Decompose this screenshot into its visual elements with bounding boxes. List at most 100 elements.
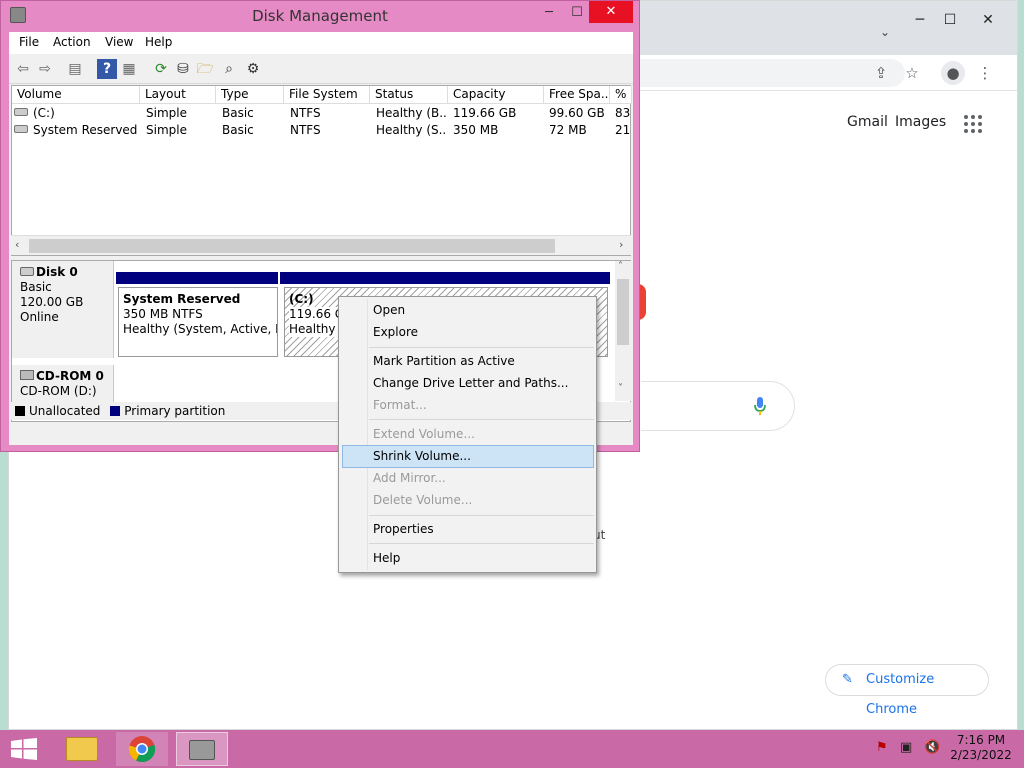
- disk0-state: Online: [20, 310, 59, 324]
- google-apps-icon[interactable]: [964, 115, 982, 133]
- tab-search-button[interactable]: ⌄: [875, 25, 895, 45]
- rescan-disks-icon[interactable]: ⛁: [173, 59, 193, 79]
- col-header-percent-free[interactable]: % F: [610, 86, 632, 104]
- menu-item-extend-volume[interactable]: Extend Volume...: [373, 424, 475, 444]
- col-header-layout[interactable]: Layout: [140, 86, 216, 104]
- search-icon[interactable]: ⌕: [219, 59, 239, 79]
- col-header-filesystem[interactable]: File System: [284, 86, 370, 104]
- cell-layout: Simple: [146, 106, 187, 120]
- menu-item-add-mirror[interactable]: Add Mirror...: [373, 468, 446, 488]
- windows-logo-icon: [11, 738, 37, 760]
- col-header-status[interactable]: Status: [370, 86, 448, 104]
- menu-action[interactable]: Action: [53, 35, 91, 49]
- help-icon[interactable]: ?: [97, 59, 117, 79]
- customize-chrome-button[interactable]: ✎ Customize Chrome: [825, 664, 989, 717]
- open-folder-icon[interactable]: 🗁: [195, 59, 215, 79]
- disk-management-taskbar-button[interactable]: [176, 732, 228, 766]
- unallocated-swatch: [15, 406, 25, 416]
- clock-time: 7:16 PM: [956, 733, 1006, 747]
- cell-capacity: 119.66 GB: [453, 106, 517, 120]
- legend-unallocated: Unallocated: [29, 404, 101, 418]
- col-header-volume[interactable]: Volume: [12, 86, 140, 104]
- menu-item-properties[interactable]: Properties: [373, 519, 434, 539]
- cdrom-name: CD-ROM 0: [36, 369, 104, 383]
- settings-icon[interactable]: ⚙: [243, 59, 263, 79]
- menu-item-shrink-volume[interactable]: Shrink Volume...: [373, 446, 471, 466]
- chrome-maximize-button[interactable]: ☐: [935, 9, 965, 31]
- cell-volume: (C:): [33, 106, 55, 120]
- table-row[interactable]: System Reserved Simple Basic NTFS Health…: [12, 122, 630, 139]
- disk0-size: 120.00 GB: [20, 295, 84, 309]
- scroll-left-icon[interactable]: ‹: [15, 238, 19, 251]
- bookmark-star-icon[interactable]: ☆: [900, 61, 924, 85]
- scroll-right-icon[interactable]: ›: [619, 238, 623, 251]
- menu-item-format[interactable]: Format...: [373, 395, 427, 415]
- network-icon[interactable]: ▣: [900, 740, 912, 755]
- vertical-scrollbar[interactable]: ˄ ˅: [615, 261, 631, 401]
- menu-item-mark-active[interactable]: Mark Partition as Active: [373, 351, 515, 371]
- chrome-minimize-button[interactable]: ─: [905, 9, 935, 31]
- chrome-taskbar-button[interactable]: [116, 732, 168, 766]
- sysres-status: Healthy (System, Active, Prir: [123, 322, 277, 336]
- menu-icon-gutter: [367, 299, 368, 570]
- menu-item-delete-volume[interactable]: Delete Volume...: [373, 490, 472, 510]
- dm-close-button[interactable]: ✕: [589, 1, 633, 23]
- disk0-header[interactable]: Disk 0 Basic 120.00 GB Online: [12, 261, 114, 358]
- dm-maximize-button[interactable]: ☐: [567, 3, 587, 23]
- forward-arrow-icon[interactable]: ⇨: [35, 59, 55, 79]
- google-search-box[interactable]: [641, 381, 795, 431]
- scroll-up-icon[interactable]: ˄: [618, 261, 623, 272]
- folder-icon: [66, 737, 98, 761]
- menu-help[interactable]: Help: [145, 35, 172, 49]
- menu-item-change-drive-letter[interactable]: Change Drive Letter and Paths...: [373, 373, 568, 393]
- vscroll-thumb[interactable]: [617, 279, 629, 345]
- menu-item-help[interactable]: Help: [373, 548, 400, 568]
- properties-sheet-icon[interactable]: ▦: [119, 59, 139, 79]
- cell-status: Healthy (S...: [376, 123, 446, 137]
- chrome-close-button[interactable]: ✕: [973, 9, 1003, 31]
- address-bar[interactable]: [629, 59, 905, 87]
- pencil-icon: ✎: [842, 672, 853, 687]
- clock-date: 2/23/2022: [950, 748, 1012, 762]
- horizontal-scrollbar[interactable]: ‹ ›: [11, 235, 631, 255]
- gmail-link[interactable]: Gmail: [847, 114, 888, 130]
- cell-type: Basic: [222, 106, 254, 120]
- share-icon[interactable]: ⇪: [869, 61, 893, 85]
- start-button[interactable]: [10, 738, 38, 760]
- scrollbar-thumb[interactable]: [29, 239, 555, 253]
- back-arrow-icon[interactable]: ⇦: [13, 59, 33, 79]
- disk0-name: Disk 0: [36, 265, 78, 279]
- action-center-flag-icon[interactable]: ⚑: [876, 740, 888, 755]
- volume-muted-icon[interactable]: 🔇: [924, 740, 940, 755]
- cell-layout: Simple: [146, 123, 187, 137]
- col-header-free-space[interactable]: Free Spa...: [544, 86, 610, 104]
- sysres-partition-bar: [116, 272, 278, 284]
- dm-minimize-button[interactable]: ─: [539, 3, 559, 23]
- cdrom-header[interactable]: CD-ROM 0 CD-ROM (D:): [12, 365, 114, 405]
- images-link[interactable]: Images: [895, 114, 946, 130]
- refresh-icon[interactable]: ⟳: [151, 59, 171, 79]
- table-row[interactable]: (C:) Simple Basic NTFS Healthy (B... 119…: [12, 105, 630, 122]
- sysres-name: System Reserved: [123, 292, 241, 306]
- profile-avatar-icon[interactable]: ●: [941, 61, 965, 85]
- menu-file[interactable]: File: [19, 35, 39, 49]
- menu-separator: [369, 347, 594, 348]
- scroll-down-icon[interactable]: ˅: [618, 383, 623, 394]
- menu-item-open[interactable]: Open: [373, 300, 405, 320]
- menu-bar: File Action View Help: [9, 32, 633, 54]
- cell-free-space: 99.60 GB: [549, 106, 605, 120]
- chrome-menu-icon[interactable]: ⋮: [973, 61, 997, 85]
- sysres-partition[interactable]: System Reserved 350 MB NTFS Healthy (Sys…: [118, 287, 278, 357]
- microphone-icon[interactable]: [753, 396, 767, 416]
- sysres-size: 350 MB NTFS: [123, 307, 203, 321]
- disk-management-icon: [189, 740, 215, 760]
- col-header-capacity[interactable]: Capacity: [448, 86, 544, 104]
- menu-item-explore[interactable]: Explore: [373, 322, 418, 342]
- file-explorer-taskbar-button[interactable]: [56, 732, 108, 766]
- clock[interactable]: 7:16 PM 2/23/2022: [946, 733, 1016, 763]
- show-hide-console-tree-icon[interactable]: ▤: [65, 59, 85, 79]
- legend-primary: Primary partition: [124, 404, 226, 418]
- col-header-type[interactable]: Type: [216, 86, 284, 104]
- primary-swatch: [110, 406, 121, 416]
- menu-view[interactable]: View: [105, 35, 133, 49]
